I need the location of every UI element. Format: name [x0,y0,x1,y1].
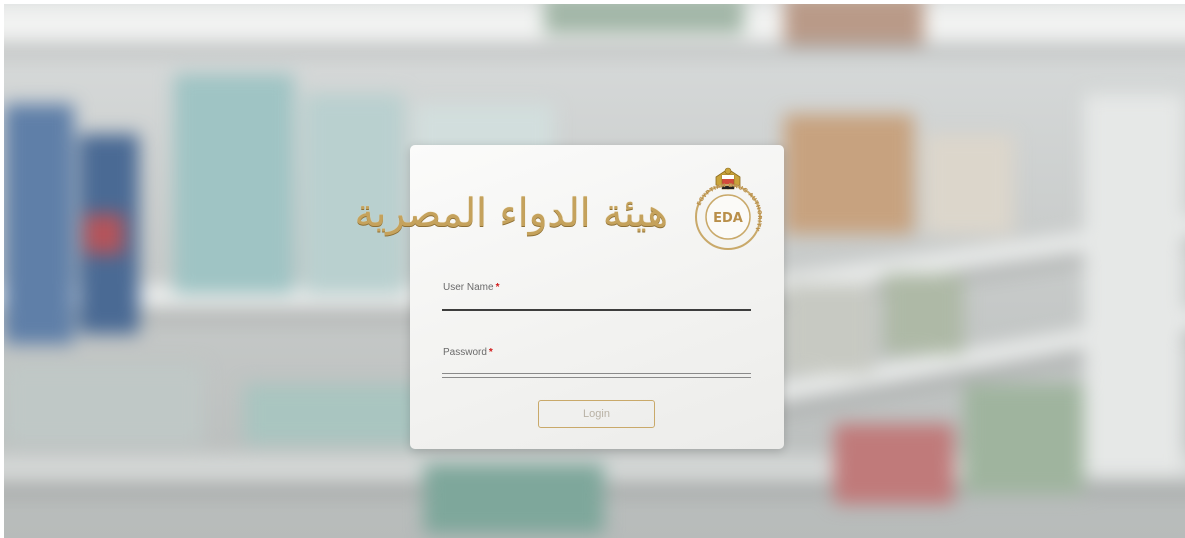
password-underline [442,373,751,378]
password-input[interactable] [442,355,751,373]
eda-logo: EDA EGYPTIAN DRUG AUTHORITY [682,163,774,255]
arabic-title: هيئة الدواء المصرية [354,191,668,236]
username-input[interactable] [442,291,751,309]
username-underline [442,309,751,311]
logo-initials: EDA [713,211,743,226]
login-card: هيئة الدواء المصرية EDA EGYPTIAN DRUG AU… [354,145,784,449]
login-button[interactable]: Login [538,400,655,428]
